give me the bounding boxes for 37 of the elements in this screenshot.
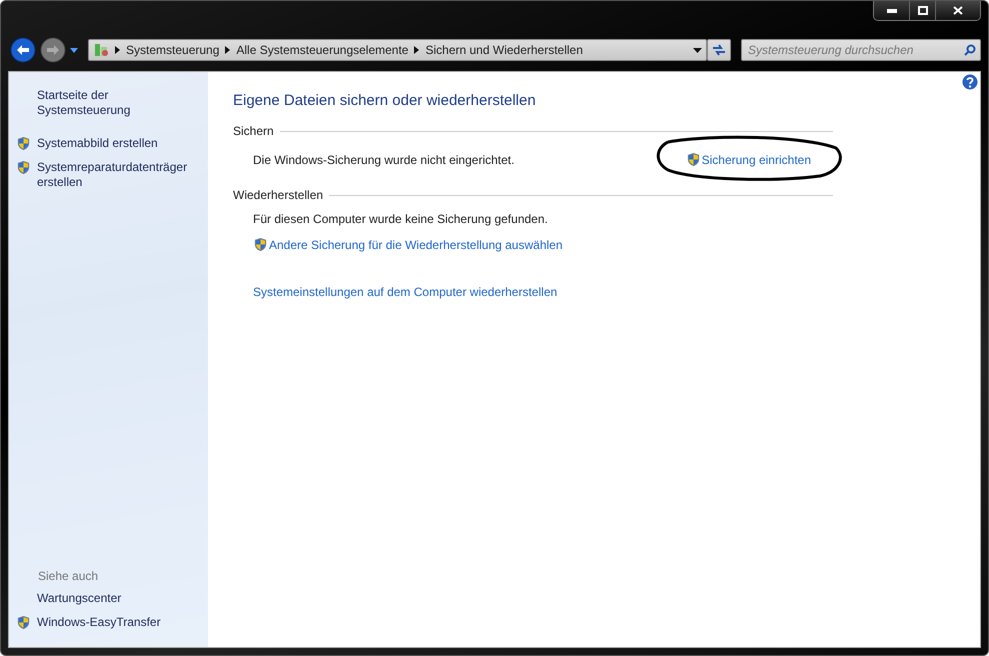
help-button[interactable] bbox=[962, 74, 978, 90]
breadcrumb-item[interactable]: Alle Systemsteuerungselemente bbox=[236, 43, 408, 57]
section-heading: Wiederherstellen bbox=[233, 188, 324, 202]
control-panel-icon bbox=[93, 42, 109, 58]
refresh-icon bbox=[712, 44, 726, 56]
sidebar-link[interactable]: Wartungscenter bbox=[37, 591, 122, 606]
chevron-icon bbox=[115, 46, 120, 54]
breadcrumb-item[interactable]: Systemsteuerung bbox=[126, 43, 220, 57]
search-field[interactable]: Systemsteuerung durchsuchen bbox=[741, 39, 981, 61]
dropdown-icon bbox=[693, 48, 702, 52]
restore-link[interactable]: Systemeinstellungen auf dem Computer wiederherstellen bbox=[253, 285, 558, 299]
maximize-icon bbox=[918, 6, 928, 15]
address-bar[interactable]: Systemsteuerung Alle Systemsteuerungselemente Sichern und Wiederherstellen bbox=[88, 39, 707, 61]
breadcrumb-item[interactable]: Sichern und Wiederherstellen bbox=[425, 43, 583, 57]
chevron-icon bbox=[414, 46, 420, 54]
sidebar-link[interactable]: Systemreparaturdatenträger erstellen bbox=[37, 160, 204, 190]
close-icon bbox=[953, 6, 963, 15]
minimize-icon bbox=[886, 8, 896, 12]
refresh-button[interactable] bbox=[707, 39, 731, 61]
dropdown-icon bbox=[70, 48, 78, 52]
search-icon bbox=[964, 44, 976, 56]
chevron-icon bbox=[225, 46, 230, 54]
status-text: Für diesen Computer wurde keine Sicherung gefunden. bbox=[253, 212, 548, 226]
sidebar-link[interactable]: Windows-EasyTransfer bbox=[37, 615, 161, 630]
close-button[interactable] bbox=[936, 1, 980, 20]
maximize-button[interactable] bbox=[910, 1, 936, 20]
back-button[interactable] bbox=[10, 37, 36, 63]
see-also-heading: Siehe auch bbox=[38, 569, 100, 583]
minimize-button[interactable] bbox=[874, 1, 910, 20]
help-icon bbox=[962, 74, 978, 90]
sidebar-link[interactable]: Systemabbild erstellen bbox=[37, 136, 158, 151]
sidebar-link[interactable]: Startseite der Systemsteuerung bbox=[37, 88, 204, 118]
page-title: Eigene Dateien sichern oder wiederherstellen bbox=[233, 92, 537, 109]
section-heading: Sichern bbox=[233, 124, 274, 138]
status-text: Die Windows-Sicherung wurde nicht eingerichtet. bbox=[253, 152, 514, 166]
restore-link[interactable]: Andere Sicherung für die Wiederherstellung auswählen bbox=[253, 237, 563, 252]
forward-button[interactable] bbox=[40, 37, 66, 63]
